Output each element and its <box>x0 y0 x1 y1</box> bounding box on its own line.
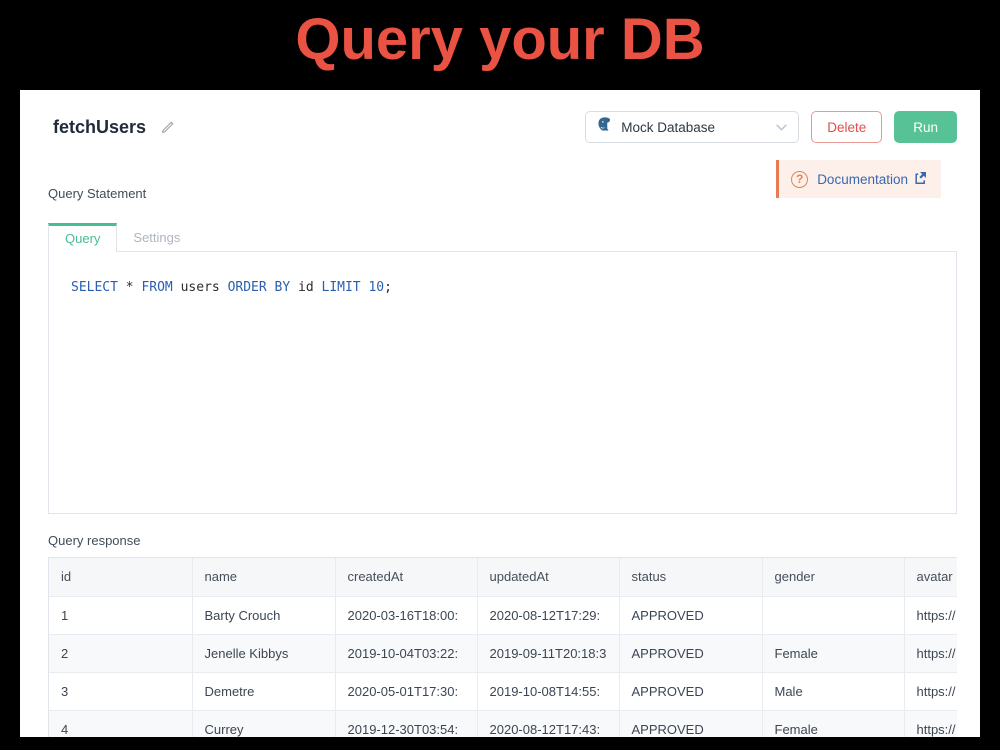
run-button[interactable]: Run <box>894 111 957 143</box>
column-header-status: status <box>619 558 762 596</box>
query-response-label: Query response <box>48 533 957 548</box>
external-link-icon <box>913 171 927 188</box>
documentation-link[interactable]: Documentation <box>817 171 927 188</box>
table-cell: APPROVED <box>619 596 762 634</box>
table-cell: Currey <box>192 710 335 737</box>
column-header-name: name <box>192 558 335 596</box>
documentation-banner: ? Documentation <box>776 160 941 198</box>
tab-query[interactable]: Query <box>48 223 117 252</box>
resource-dropdown-value: Mock Database <box>621 120 715 135</box>
editor-tabbar: Query Settings <box>48 222 957 252</box>
table-cell: 2019-10-04T03:22: <box>335 634 477 672</box>
query-panel: fetchUsers Mock Database Delete <box>20 90 980 737</box>
response-table-container[interactable]: idnamecreatedAtupdatedAtstatusgenderavat… <box>48 557 957 737</box>
sql-token: LIMIT <box>322 280 361 295</box>
sql-token: * <box>118 280 141 295</box>
column-header-avatar: avatar <box>904 558 957 596</box>
table-header-row: idnamecreatedAtupdatedAtstatusgenderavat… <box>49 558 957 596</box>
table-cell: https:// <box>904 710 957 737</box>
delete-button[interactable]: Delete <box>811 111 882 143</box>
question-circle-icon: ? <box>791 171 808 188</box>
table-cell: Female <box>762 634 904 672</box>
table-cell: APPROVED <box>619 634 762 672</box>
table-row[interactable]: 3Demetre2020-05-01T17:30:2019-10-08T14:5… <box>49 672 957 710</box>
table-row[interactable]: 4Currey2019-12-30T03:54:2020-08-12T17:43… <box>49 710 957 737</box>
sql-token: FROM <box>141 280 172 295</box>
page-title: Query your DB <box>0 6 1000 73</box>
table-cell: 2020-08-12T17:29: <box>477 596 619 634</box>
table-cell: Male <box>762 672 904 710</box>
table-cell: 4 <box>49 710 192 737</box>
panel-header: fetchUsers Mock Database Delete <box>48 111 957 143</box>
sql-code-line: SELECT * FROM users ORDER BY id LIMIT 10… <box>71 280 934 295</box>
table-cell: 2020-08-12T17:43: <box>477 710 619 737</box>
table-cell: 3 <box>49 672 192 710</box>
sql-editor[interactable]: SELECT * FROM users ORDER BY id LIMIT 10… <box>48 252 957 514</box>
query-name: fetchUsers <box>53 117 146 138</box>
table-cell: 2020-05-01T17:30: <box>335 672 477 710</box>
sql-token: ; <box>384 280 392 295</box>
table-cell: 1 <box>49 596 192 634</box>
resource-dropdown[interactable]: Mock Database <box>585 111 799 143</box>
table-cell: Barty Crouch <box>192 596 335 634</box>
sql-token: users <box>173 280 228 295</box>
sql-token: 10 <box>368 280 384 295</box>
column-header-id: id <box>49 558 192 596</box>
table-cell: https:// <box>904 634 957 672</box>
table-cell: 2019-09-11T20:18:3 <box>477 634 619 672</box>
table-cell: 2019-10-08T14:55: <box>477 672 619 710</box>
postgresql-icon <box>596 116 613 138</box>
table-cell <box>762 596 904 634</box>
table-row[interactable]: 1Barty Crouch2020-03-16T18:00:2020-08-12… <box>49 596 957 634</box>
table-cell: Demetre <box>192 672 335 710</box>
edit-pencil-icon[interactable] <box>160 120 175 135</box>
table-cell: Female <box>762 710 904 737</box>
sql-token: SELECT <box>71 280 118 295</box>
column-header-gender: gender <box>762 558 904 596</box>
tab-settings[interactable]: Settings <box>117 222 196 251</box>
sql-token: ORDER BY <box>228 280 291 295</box>
sql-token: id <box>290 280 321 295</box>
table-cell: https:// <box>904 672 957 710</box>
query-name-wrap: fetchUsers <box>53 117 175 138</box>
response-table: idnamecreatedAtupdatedAtstatusgenderavat… <box>49 558 957 737</box>
table-cell: 2019-12-30T03:54: <box>335 710 477 737</box>
table-row[interactable]: 2Jenelle Kibbys2019-10-04T03:22:2019-09-… <box>49 634 957 672</box>
table-cell: APPROVED <box>619 672 762 710</box>
header-controls: Mock Database Delete Run <box>585 111 957 143</box>
column-header-updatedAt: updatedAt <box>477 558 619 596</box>
column-header-createdAt: createdAt <box>335 558 477 596</box>
table-cell: APPROVED <box>619 710 762 737</box>
chevron-down-icon <box>775 121 788 134</box>
table-cell: https:// <box>904 596 957 634</box>
table-cell: 2 <box>49 634 192 672</box>
table-cell: Jenelle Kibbys <box>192 634 335 672</box>
table-cell: 2020-03-16T18:00: <box>335 596 477 634</box>
documentation-link-label: Documentation <box>817 172 908 187</box>
